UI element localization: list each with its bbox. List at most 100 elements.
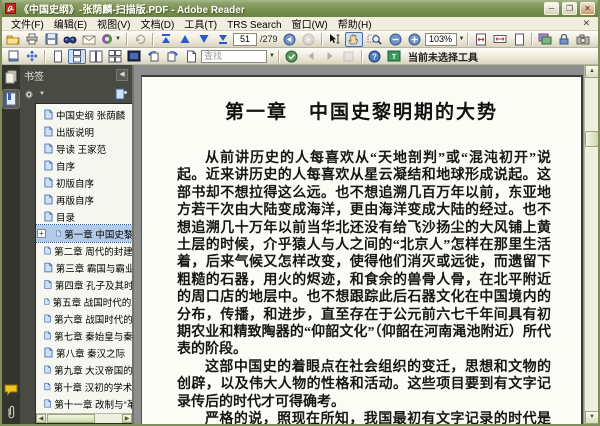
bookmark-page-icon: [44, 262, 53, 273]
minimize-button[interactable]: ─: [544, 2, 559, 15]
scroll-thumb[interactable]: [585, 131, 598, 147]
maximize-button[interactable]: ❐: [562, 2, 577, 15]
rotate-cw-button[interactable]: [163, 49, 181, 64]
zoom-caret-icon[interactable]: ▼: [459, 36, 465, 42]
last-page-button[interactable]: [214, 32, 232, 47]
sign-lock-icon[interactable]: [555, 32, 573, 47]
bookmark-label: 第六章 战国时代的思潮: [54, 314, 132, 326]
bookmark-item[interactable]: + 第九章 大汉帝国的发展: [36, 361, 132, 378]
bookmark-item[interactable]: + 中国史纲 张荫麟: [36, 106, 132, 123]
zoom-out-button[interactable]: [387, 32, 405, 47]
previous-view-button[interactable]: [281, 32, 299, 47]
bookmark-item[interactable]: + 目录: [36, 208, 132, 225]
scroll-left-icon[interactable]: ◀: [36, 414, 46, 423]
facing-pages-button[interactable]: [87, 49, 105, 64]
hand-tool-button[interactable]: [344, 31, 363, 47]
bookmark-item[interactable]: + 自序: [36, 157, 132, 174]
bookmark-item[interactable]: + 再版自序: [36, 191, 132, 208]
menu-item[interactable]: 工具(T): [179, 20, 222, 31]
find-input[interactable]: [201, 49, 267, 63]
next-view-button[interactable]: [300, 32, 318, 47]
previous-page-button[interactable]: [176, 32, 194, 47]
find-options-caret-icon[interactable]: ▼: [269, 53, 275, 59]
scroll-thumb[interactable]: [47, 414, 95, 423]
rotate-ccw-button[interactable]: [144, 49, 162, 64]
bookmark-item[interactable]: + 附录 张荫麟传 王家范: [36, 412, 132, 413]
single-page-button[interactable]: [49, 49, 67, 64]
bookmark-item[interactable]: + 出版说明: [36, 123, 132, 140]
open-button[interactable]: [4, 32, 22, 47]
fit-page-button[interactable]: [472, 32, 490, 47]
page-number-input[interactable]: [233, 32, 257, 46]
find-next-button[interactable]: [321, 49, 339, 64]
menu-item[interactable]: 文档(D): [135, 20, 179, 31]
bookmark-item[interactable]: + 初版自序: [36, 174, 132, 191]
options-caret-icon[interactable]: ▼: [39, 91, 45, 97]
bookmark-label: 第十章 汉初的学术与政治: [53, 382, 132, 394]
zoom-in-button[interactable]: [406, 32, 424, 47]
bookmark-item[interactable]: + 第十章 汉初的学术与政治: [36, 378, 132, 395]
camera-icon[interactable]: [574, 32, 592, 47]
print-button[interactable]: [23, 32, 41, 47]
search-again-button[interactable]: [283, 49, 301, 64]
menu-item[interactable]: 帮助(H): [333, 20, 377, 31]
zoom-marquee-button[interactable]: [364, 32, 386, 47]
comments-panel-icon[interactable]: [3, 381, 19, 399]
new-bookmark-icon[interactable]: [115, 88, 128, 100]
scroll-down-icon[interactable]: ▼: [585, 411, 598, 424]
first-page-button[interactable]: [157, 32, 175, 47]
bookmark-item[interactable]: + 第七章 秦始皇与秦帝国: [36, 327, 132, 344]
fullscreen-button[interactable]: [125, 49, 143, 64]
continuous-facing-button[interactable]: [106, 49, 124, 64]
paragraph: 这部中国史的着眼点在社会组织的变迁，思想和文物的创辟，以及伟大人物的性格和活动。…: [177, 359, 551, 410]
menu-item[interactable]: 窗口(W): [287, 20, 333, 31]
search-button[interactable]: [61, 32, 79, 47]
continuous-page-button[interactable]: [68, 48, 86, 64]
bookmarks-panel-icon[interactable]: [2, 89, 20, 109]
attachments-panel-icon[interactable]: [3, 403, 19, 421]
email-button[interactable]: [80, 32, 98, 47]
pages-panel-icon[interactable]: [3, 68, 19, 86]
next-page-button[interactable]: [195, 32, 213, 47]
bookmark-item[interactable]: + 第五章 战国时代的政治与社会: [36, 293, 132, 310]
bookmark-item[interactable]: + 第二章 周代的封建社会: [36, 242, 132, 259]
bookmark-item[interactable]: + 第六章 战国时代的思潮: [36, 310, 132, 327]
fit-visible-button[interactable]: [23, 49, 41, 64]
find-previous-button[interactable]: [302, 49, 320, 64]
menu-item[interactable]: TRS Search: [222, 20, 286, 31]
bookmark-item[interactable]: + 第十一章 改制与“革命”: [36, 395, 132, 412]
scroll-right-icon[interactable]: ▶: [122, 414, 132, 423]
bookmark-item[interactable]: + 第三章 霸国与霸业: [36, 259, 132, 276]
share-review-button[interactable]: ▼: [99, 32, 123, 47]
bookmark-page-icon: [44, 347, 53, 358]
close-button[interactable]: ✕: [580, 2, 595, 15]
actual-size-button[interactable]: [510, 32, 528, 47]
scroll-track[interactable]: [95, 414, 122, 423]
review-comment-icon[interactable]: [536, 32, 554, 47]
vertical-scrollbar[interactable]: ▲ ▼: [584, 65, 598, 424]
bookmark-page-icon: [44, 365, 51, 374]
document-close-icon[interactable]: ✕: [578, 18, 594, 29]
options-gear-icon[interactable]: [24, 89, 36, 100]
bookmark-item[interactable]: + 第一章 中国史黎明期的大势: [36, 224, 132, 243]
bookmark-item[interactable]: + 导读 王家范: [36, 140, 132, 157]
menu-item[interactable]: 视图(V): [92, 20, 135, 31]
fit-width-button[interactable]: [491, 32, 509, 47]
select-tool-button[interactable]: [326, 32, 344, 47]
bookmark-item[interactable]: + 第四章 孔子及其时世: [36, 276, 132, 293]
bookmarks-horizontal-scrollbar[interactable]: ◀ ▶: [36, 413, 132, 423]
scroll-up-icon[interactable]: ▲: [585, 65, 598, 78]
snapshot-page-button[interactable]: [182, 49, 200, 64]
help-button[interactable]: ?: [366, 49, 384, 64]
save-button[interactable]: [42, 32, 60, 47]
menu-item[interactable]: 文件(F): [6, 20, 49, 31]
undo-icon[interactable]: [131, 32, 149, 47]
bookmark-item[interactable]: + 第八章 秦汉之际: [36, 344, 132, 361]
expand-plus-icon[interactable]: +: [37, 229, 46, 238]
collapse-panel-icon[interactable]: ◀: [116, 69, 128, 81]
trs-search-button[interactable]: T: [385, 49, 403, 64]
menu-item[interactable]: 编辑(E): [49, 20, 92, 31]
highlight-all-button[interactable]: [340, 49, 358, 64]
scrolling-pages-button[interactable]: [4, 49, 22, 64]
zoom-level-input[interactable]: [424, 32, 457, 46]
